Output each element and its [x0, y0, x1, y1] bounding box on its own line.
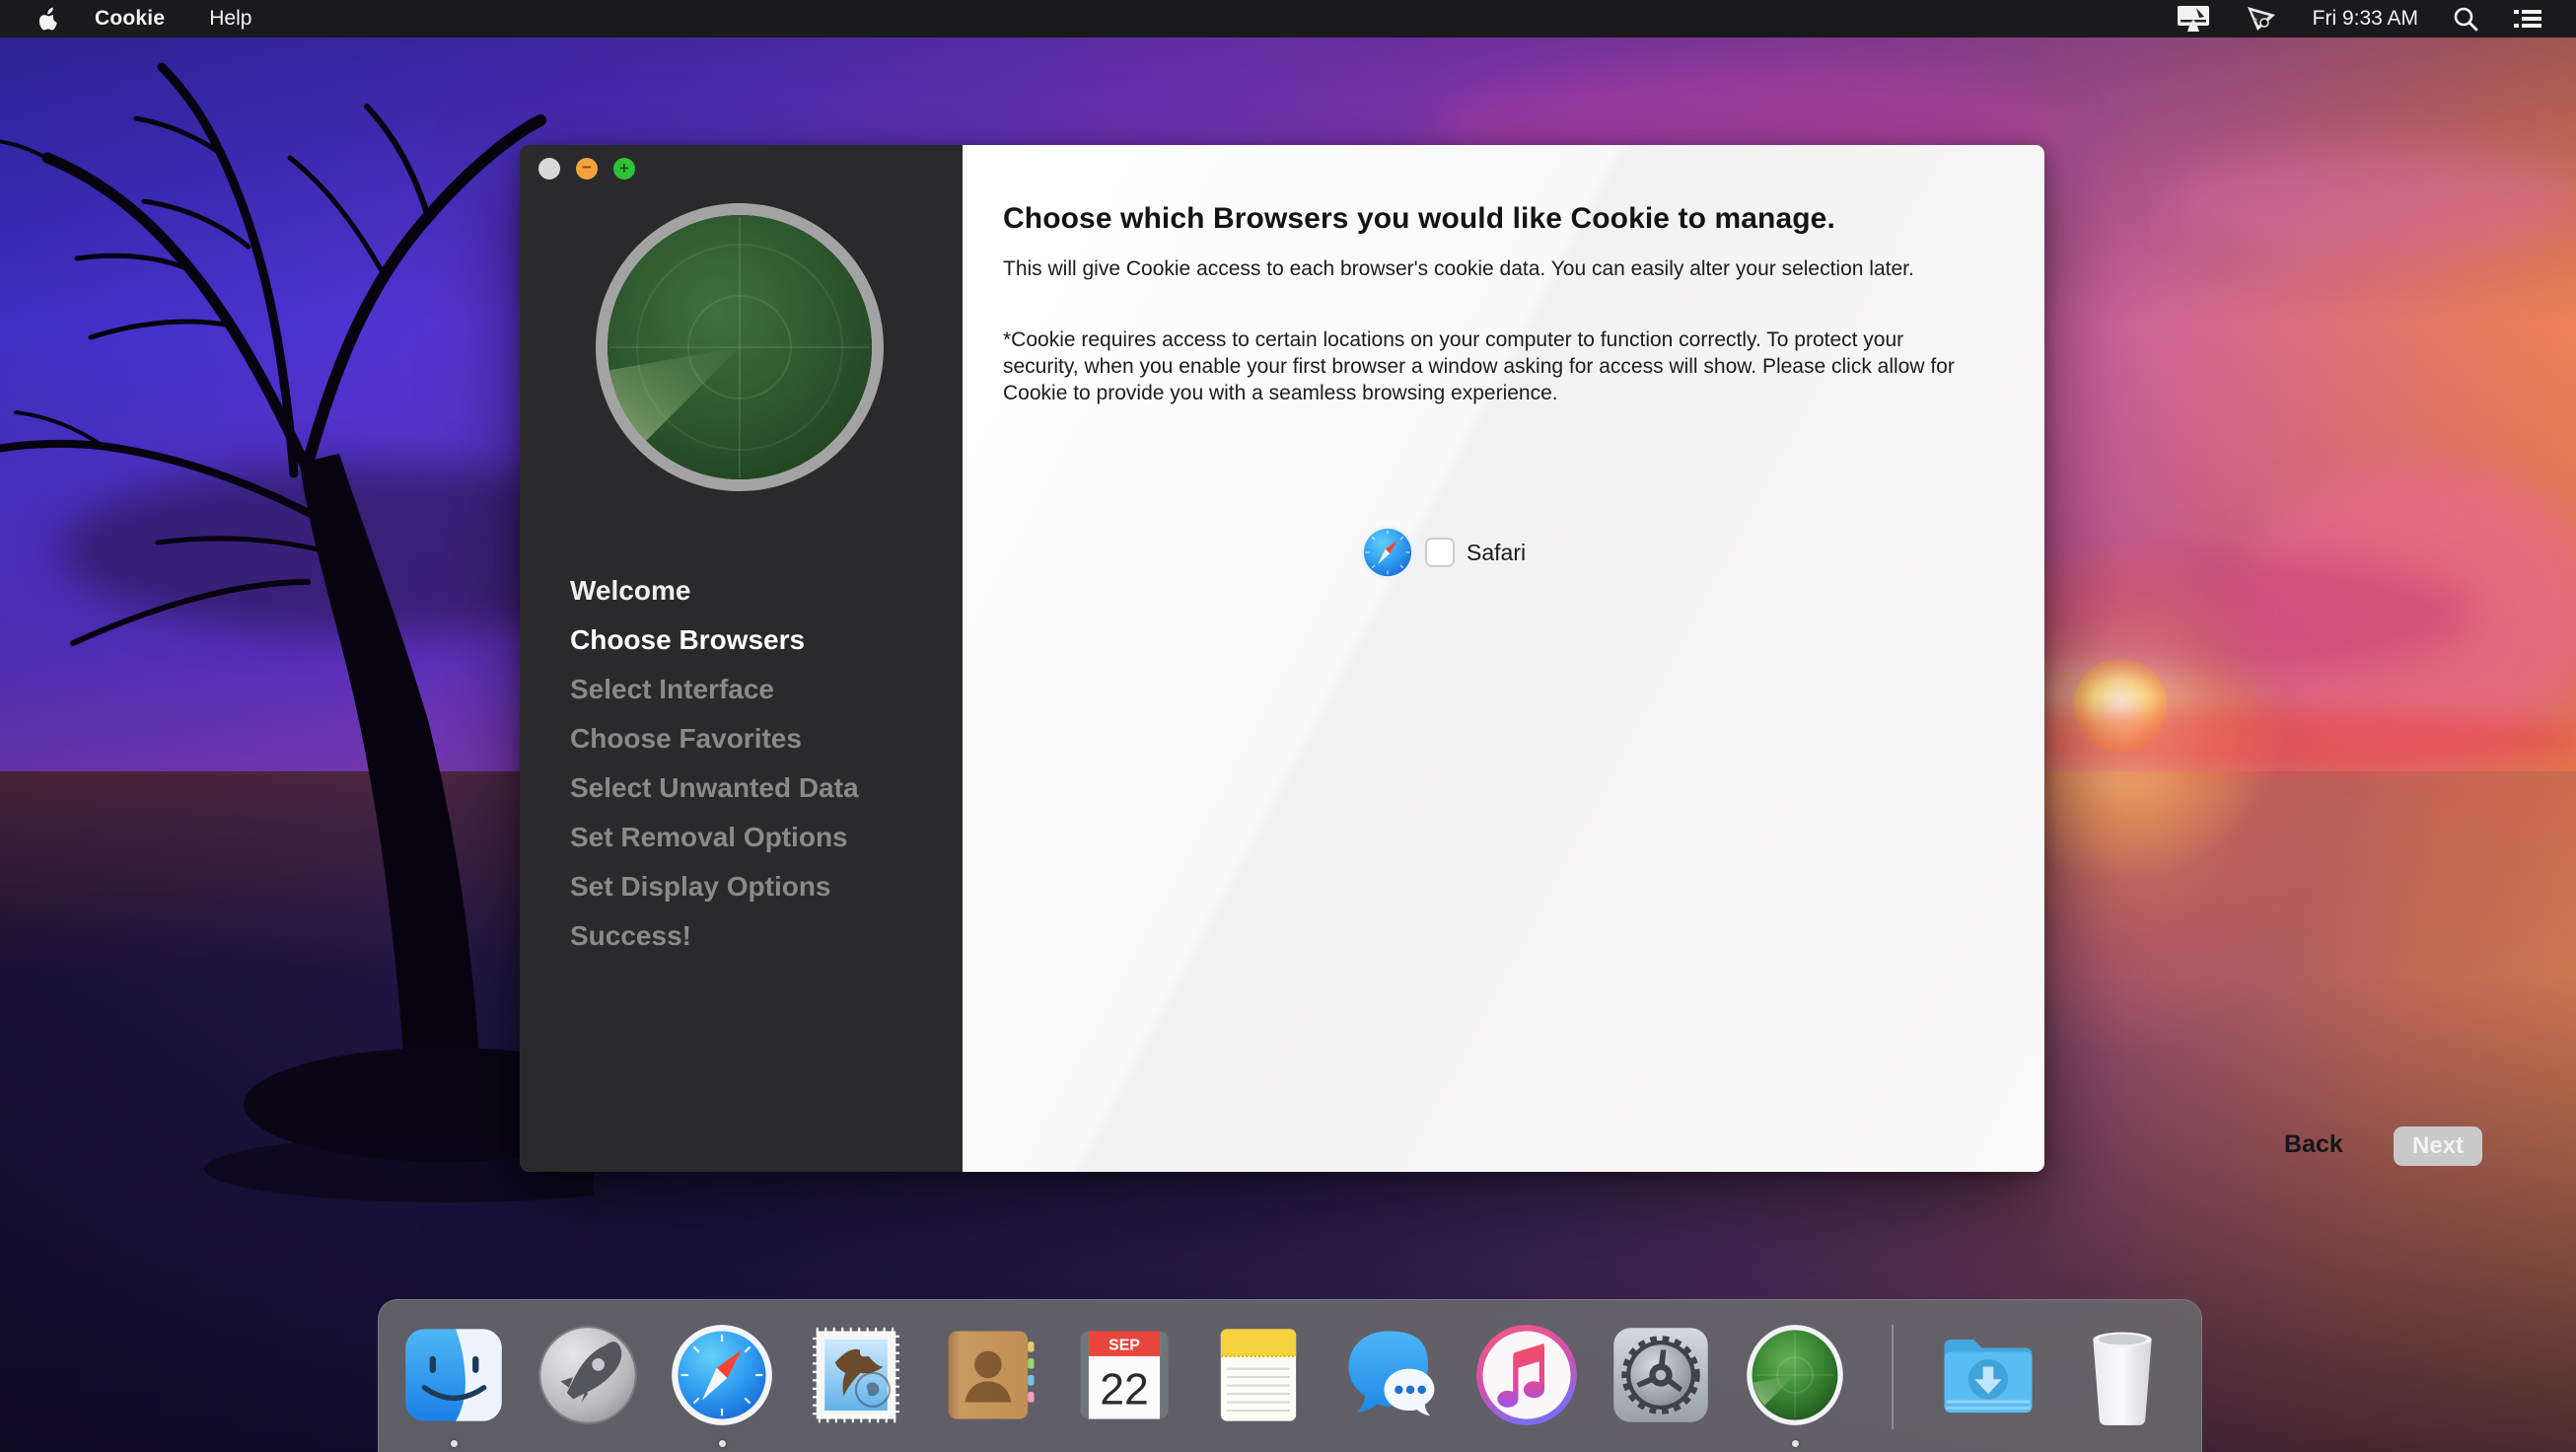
dock-item-system-preferences[interactable]: [1609, 1323, 1713, 1427]
dock-item-messages[interactable]: [1340, 1323, 1445, 1427]
safari-dock-icon: [670, 1323, 774, 1427]
system-preferences-icon: [1609, 1323, 1713, 1427]
wizard-content-pane: Choose which Browsers you would like Coo…: [963, 145, 2044, 1172]
calendar-icon: SEP 22: [1072, 1323, 1177, 1427]
launchpad-icon: [536, 1323, 640, 1427]
dock-item-launchpad[interactable]: [536, 1323, 640, 1427]
messages-icon: [1340, 1323, 1445, 1427]
wizard-step-removal-options: Set Removal Options: [570, 813, 859, 862]
page-title: Choose which Browsers you would like Coo…: [1003, 202, 1999, 236]
radar-icon: [592, 199, 888, 495]
cloud: [2170, 148, 2576, 256]
wizard-step-choose-favorites: Choose Favorites: [570, 714, 859, 763]
back-button[interactable]: Back: [2284, 1130, 2343, 1159]
close-button[interactable]: [538, 158, 560, 180]
wizard-step-choose-browsers: Choose Browsers: [570, 616, 859, 665]
apple-menu[interactable]: [32, 5, 65, 33]
mail-icon: [804, 1323, 908, 1427]
menu-help[interactable]: Help: [209, 7, 251, 31]
plus-icon: +: [619, 160, 629, 177]
safari-checkbox[interactable]: [1425, 538, 1455, 567]
dock-item-calendar[interactable]: SEP 22: [1072, 1323, 1177, 1427]
dock-item-finder[interactable]: [401, 1323, 506, 1427]
browser-option-safari: Safari: [1360, 523, 1526, 582]
wizard-step-select-unwanted: Select Unwanted Data: [570, 763, 859, 813]
glider-status-icon[interactable]: [2244, 3, 2279, 35]
dock-item-safari[interactable]: [670, 1323, 774, 1427]
trash-icon: [2070, 1323, 2175, 1427]
wizard-step-display-options: Set Display Options: [570, 862, 859, 911]
apple-icon: [36, 5, 60, 33]
dock-item-mail[interactable]: [804, 1323, 908, 1427]
dock-separator: [1892, 1325, 1894, 1429]
dock-item-trash[interactable]: [2070, 1323, 2175, 1427]
finder-icon: [401, 1323, 506, 1427]
contacts-icon: [938, 1323, 1042, 1427]
wizard-step-welcome: Welcome: [570, 566, 859, 616]
dock: SEP 22: [378, 1299, 2202, 1452]
running-indicator-cookie: [1792, 1440, 1799, 1447]
menu-clock[interactable]: Fri 9:33 AM: [2313, 7, 2418, 31]
calendar-day: 22: [1100, 1366, 1149, 1415]
cookie-setup-window: − +: [520, 145, 2044, 1172]
notes-icon: [1206, 1323, 1311, 1427]
menu-bar: Cookie Help Fri 9:33 AM: [0, 0, 2576, 37]
intro-paragraph: This will give Cookie access to each bro…: [1003, 255, 1974, 282]
search-icon[interactable]: [2452, 5, 2479, 33]
minimize-button[interactable]: −: [576, 158, 598, 180]
wizard-step-success: Success!: [570, 911, 859, 961]
running-indicator-safari: [719, 1440, 726, 1447]
downloads-folder-icon: [1936, 1323, 2040, 1427]
dock-item-itunes[interactable]: [1474, 1323, 1579, 1427]
wizard-sidebar: − +: [520, 145, 963, 1172]
dock-item-cookie[interactable]: [1743, 1323, 1847, 1427]
menu-app-name[interactable]: Cookie: [95, 7, 165, 31]
permissions-paragraph: *Cookie requires access to certain locat…: [1003, 327, 1974, 406]
cookie-app-icon: [1743, 1323, 1847, 1427]
display-status-icon[interactable]: [2177, 4, 2210, 34]
notification-list-icon[interactable]: [2513, 6, 2542, 32]
safari-icon: [1360, 525, 1415, 580]
dock-item-contacts[interactable]: [938, 1323, 1042, 1427]
next-button[interactable]: Next: [2394, 1126, 2482, 1166]
running-indicator-finder: [451, 1440, 458, 1447]
minus-icon: −: [582, 159, 592, 176]
dock-item-downloads[interactable]: [1936, 1323, 2040, 1427]
tree-silhouette: [0, 30, 594, 1213]
safari-label: Safari: [1467, 540, 1526, 566]
wizard-step-list: Welcome Choose Browsers Select Interface…: [570, 566, 859, 961]
itunes-icon: [1474, 1323, 1579, 1427]
zoom-button[interactable]: +: [613, 158, 635, 180]
wizard-step-select-interface: Select Interface: [570, 665, 859, 714]
calendar-month: SEP: [1109, 1338, 1140, 1354]
dock-item-notes[interactable]: [1206, 1323, 1311, 1427]
